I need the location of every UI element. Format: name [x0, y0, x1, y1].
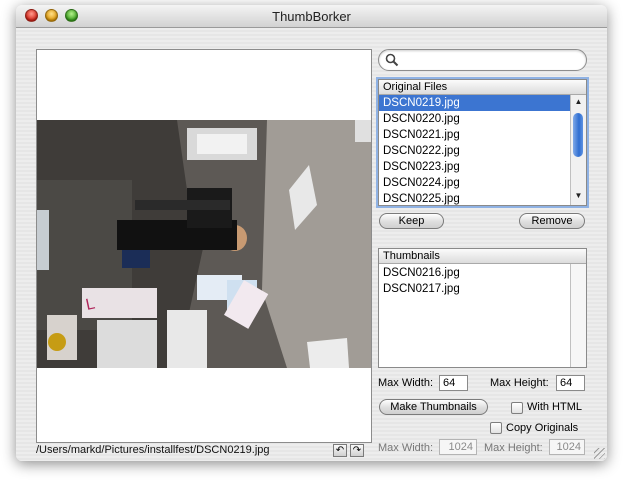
- thumb-max-width-field[interactable]: 64: [439, 375, 468, 391]
- remove-button[interactable]: Remove: [519, 213, 585, 229]
- thumbnails-header[interactable]: Thumbnails: [379, 249, 586, 264]
- original-max-height-label: Max Height:: [484, 442, 543, 454]
- list-item-selected[interactable]: DSCN0219.jpg: [379, 95, 571, 111]
- magnifying-glass-icon: [385, 53, 399, 67]
- thumb-max-height-field[interactable]: 64: [556, 375, 585, 391]
- app-window: ThumbBorker L /Users/markd/Pictures/inst…: [16, 5, 607, 461]
- with-html-checkbox[interactable]: [511, 402, 523, 414]
- original-files-scrollbar[interactable]: ▲ ▼: [570, 95, 586, 205]
- copy-originals-label: Copy Originals: [506, 422, 579, 434]
- original-max-width-label: Max Width:: [378, 442, 434, 454]
- scroll-down-arrow-icon[interactable]: ▼: [571, 189, 586, 203]
- preview-photo-image: L: [37, 120, 371, 368]
- scroll-up-arrow-icon[interactable]: ▲: [571, 95, 586, 109]
- list-item[interactable]: DSCN0221.jpg: [379, 127, 571, 143]
- list-item[interactable]: DSCN0225.jpg: [379, 191, 571, 205]
- search-input[interactable]: [401, 52, 583, 69]
- list-item[interactable]: DSCN0220.jpg: [379, 111, 571, 127]
- copy-originals-checkbox[interactable]: [490, 422, 502, 434]
- rotate-left-button[interactable]: ↶: [333, 444, 347, 457]
- scroll-thumb[interactable]: [573, 113, 583, 157]
- keep-button[interactable]: Keep: [379, 213, 444, 229]
- preview-photo: L: [37, 120, 371, 368]
- original-files-header[interactable]: Original Files: [379, 80, 586, 95]
- list-item[interactable]: DSCN0216.jpg: [379, 265, 569, 281]
- make-thumbnails-button[interactable]: Make Thumbnails: [379, 399, 488, 415]
- window-title: ThumbBorker: [272, 9, 351, 24]
- window-content: L /Users/markd/Pictures/installfest/DSCN…: [16, 28, 607, 461]
- list-item[interactable]: DSCN0222.jpg: [379, 143, 571, 159]
- thumb-max-height-label: Max Height:: [490, 377, 549, 389]
- thumb-max-width-label: Max Width:: [378, 377, 434, 389]
- original-max-height-field[interactable]: 1024: [549, 439, 585, 455]
- image-preview: L: [36, 49, 372, 443]
- with-html-label: With HTML: [527, 401, 582, 413]
- image-path: /Users/markd/Pictures/installfest/DSCN02…: [36, 444, 270, 456]
- list-item[interactable]: DSCN0217.jpg: [379, 281, 569, 297]
- rotate-right-button[interactable]: ↷: [350, 444, 364, 457]
- original-files-list[interactable]: Original Files DSCN0219.jpg DSCN0220.jpg…: [378, 79, 587, 206]
- title-bar[interactable]: ThumbBorker: [16, 5, 607, 28]
- search-field[interactable]: [378, 49, 587, 71]
- thumbnails-scrollbar[interactable]: [570, 264, 586, 367]
- resize-grip[interactable]: [594, 448, 605, 459]
- list-item[interactable]: DSCN0223.jpg: [379, 159, 571, 175]
- thumbnails-list[interactable]: Thumbnails DSCN0216.jpg DSCN0217.jpg: [378, 248, 587, 368]
- original-max-width-field[interactable]: 1024: [439, 439, 477, 455]
- list-item[interactable]: DSCN0224.jpg: [379, 175, 571, 191]
